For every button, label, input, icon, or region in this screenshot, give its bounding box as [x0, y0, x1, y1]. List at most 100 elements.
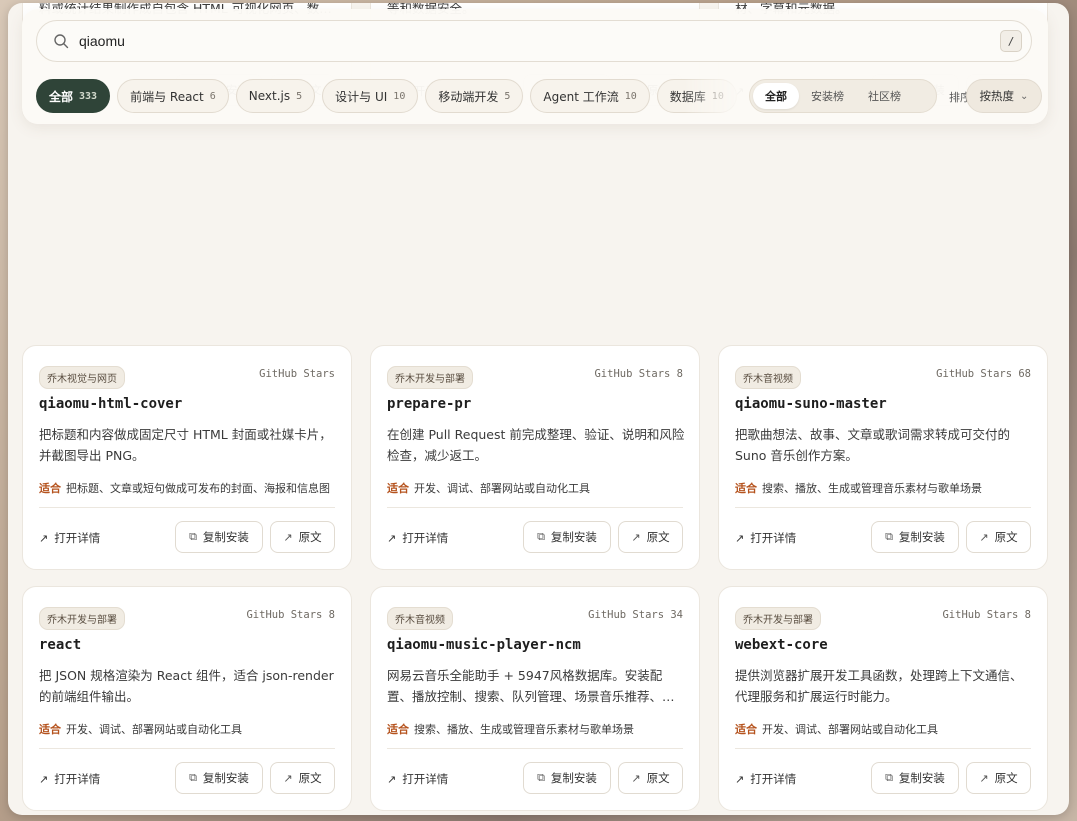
category-chip-label: 移动端开发 — [438, 89, 499, 104]
card-use-case: 适合开发、调试、部署网站或自动化工具 — [39, 721, 337, 737]
card-description: 在创建 Pull Request 前完成整理、验证、说明和风险检查，减少返工。 — [387, 427, 685, 463]
card-description: 提供浏览器扩展开发工具函数，处理跨上下文通信、代理服务和扩展运行时能力。 — [735, 668, 1023, 704]
card-title[interactable]: prepare-pr — [387, 396, 471, 412]
card-title[interactable]: qiaomu-suno-master — [735, 396, 887, 412]
open-details-link[interactable]: ↗ 打开详情 — [39, 771, 100, 787]
card-divider — [387, 507, 683, 508]
copy-install-label: 复制安装 — [898, 771, 945, 785]
copy-install-label: 复制安装 — [898, 530, 945, 544]
card-fit-text: 开发、调试、部署网站或自动化工具 — [762, 723, 938, 736]
card-description: 网易云音乐全能助手 + 5947风格数据库。安装配置、播放控制、搜索、队列管理、… — [387, 668, 675, 704]
category-chip[interactable]: Next.js 5 — [235, 79, 316, 113]
skill-card[interactable]: 乔木音视频 GitHub Stars 68 qiaomu-suno-master 把歌… — [718, 345, 1048, 570]
arrow-up-right-icon: ↗ — [387, 773, 397, 786]
filter-header: / 全部 333 前端与 React 6 Next.js 5 设计与 UI 10 移动端开发 5 A… — [22, 9, 1048, 124]
category-chip-label: 数据库 — [669, 89, 706, 104]
copy-install-button[interactable]: ⧉ 复制安装 — [871, 762, 959, 794]
card-use-case: 适合开发、调试、部署网站或自动化工具 — [387, 480, 685, 496]
skill-card[interactable]: 乔木开发与部署 GitHub Stars 8 react 把 JSON 规格渲染为 R… — [22, 586, 352, 811]
card-github-stars: GitHub Stars 8 — [246, 609, 335, 621]
source-button[interactable]: ↗ 原文 — [618, 762, 683, 794]
category-chips: 全部 333 前端与 React 6 Next.js 5 设计与 UI 10 移动端开发 5 Age… — [36, 79, 741, 113]
rank-tab[interactable]: 安装榜 — [799, 83, 856, 109]
card-title[interactable]: qiaomu-html-cover — [39, 396, 182, 412]
card-title[interactable]: webext-core — [735, 637, 828, 653]
source-label: 原文 — [994, 530, 1018, 544]
card-fit-text: 开发、调试、部署网站或自动化工具 — [414, 482, 590, 495]
source-label: 原文 — [994, 771, 1018, 785]
skill-card[interactable]: 乔木开发与部署 GitHub Stars 8 webext-core 提供浏览器扩展开… — [718, 586, 1048, 811]
category-chip[interactable]: 全部 333 — [36, 79, 111, 113]
external-link-icon: ↗ — [631, 771, 641, 785]
card-divider — [735, 748, 1031, 749]
skill-card[interactable]: 乔木音视频 GitHub Stars 34 qiaomu-music-player-… — [370, 586, 700, 811]
card-github-stars: GitHub Stars 8 — [594, 368, 683, 380]
source-button[interactable]: ↗ 原文 — [270, 521, 335, 553]
search-input[interactable] — [79, 31, 979, 51]
source-label: 原文 — [646, 530, 670, 544]
open-details-link[interactable]: ↗ 打开详情 — [387, 530, 448, 546]
category-chip[interactable]: 移动端开发 5 — [425, 79, 524, 113]
category-chip-count: 5 — [504, 90, 511, 102]
category-chip-label: Next.js — [248, 89, 291, 103]
open-details-label: 打开详情 — [750, 772, 797, 786]
copy-icon: ⧉ — [189, 530, 197, 543]
source-label: 原文 — [298, 530, 322, 544]
search-icon — [54, 34, 69, 49]
card-divider — [387, 748, 683, 749]
open-details-link[interactable]: ↗ 打开详情 — [735, 771, 796, 787]
card-fit-label: 适合 — [39, 482, 61, 495]
rank-tab[interactable]: 社区榜 — [856, 83, 913, 109]
skill-card[interactable]: 乔木开发与部署 GitHub Stars 8 prepare-pr 在创建 Pull … — [370, 345, 700, 570]
copy-install-label: 复制安装 — [202, 771, 249, 785]
copy-icon: ⧉ — [537, 771, 545, 784]
card-fit-text: 搜索、播放、生成或管理音乐素材与歌单场景 — [414, 723, 634, 736]
copy-icon: ⧉ — [885, 530, 893, 543]
copy-install-label: 复制安装 — [202, 530, 249, 544]
card-title[interactable]: react — [39, 637, 81, 653]
source-button[interactable]: ↗ 原文 — [966, 521, 1031, 553]
category-chip-count: 10 — [711, 90, 724, 102]
rank-tab[interactable]: 全部 — [753, 83, 799, 109]
copy-install-button[interactable]: ⧉ 复制安装 — [871, 521, 959, 553]
open-details-link[interactable]: ↗ 打开详情 — [735, 530, 796, 546]
skill-card[interactable]: 乔木视觉与网页 GitHub Stars qiaomu-html-cover 把标题和… — [22, 345, 352, 570]
external-link-icon: ↗ — [283, 771, 293, 785]
card-github-stars: GitHub Stars 8 — [942, 609, 1031, 621]
card-github-stars: GitHub Stars — [259, 368, 335, 380]
source-button[interactable]: ↗ 原文 — [270, 762, 335, 794]
copy-icon: ⧉ — [189, 771, 197, 784]
category-chip-label: 前端与 React — [130, 89, 204, 104]
open-details-label: 打开详情 — [402, 772, 449, 786]
open-details-label: 打开详情 — [54, 531, 101, 545]
source-button[interactable]: ↗ 原文 — [618, 521, 683, 553]
open-details-link[interactable]: ↗ 打开详情 — [387, 771, 448, 787]
category-chip[interactable]: 数据库 10 — [656, 79, 737, 113]
search-bar[interactable]: / — [36, 20, 1032, 62]
category-chip-label: 全部 — [49, 89, 74, 104]
category-chip[interactable]: 设计与 UI 10 — [322, 79, 419, 113]
card-title[interactable]: qiaomu-music-player-ncm — [387, 637, 581, 653]
external-link-icon: ↗ — [979, 530, 989, 544]
category-chip-label: Agent 工作流 — [543, 89, 619, 104]
open-details-link[interactable]: ↗ 打开详情 — [39, 530, 100, 546]
card-use-case: 适合 搜索、播放、生成或管理音乐素材与歌单场景 — [735, 480, 1033, 496]
card-fit-label: 适合 — [387, 482, 409, 495]
source-button[interactable]: ↗ 原文 — [966, 762, 1031, 794]
card-divider — [735, 507, 1031, 508]
sort-select[interactable]: 按热度 ⌄ — [966, 79, 1042, 113]
copy-install-button[interactable]: ⧉ 复制安装 — [175, 521, 263, 553]
rank-segmented-control: 全部 安装榜 社区榜 — [749, 79, 937, 113]
arrow-up-right-icon: ↗ — [39, 532, 49, 545]
card-category-tag: 乔木开发与部署 — [387, 366, 473, 389]
card-description: 把标题和内容做成固定尺寸 HTML 封面或社媒卡片，并截图导出 PNG。 — [39, 427, 332, 463]
copy-install-button[interactable]: ⧉ 复制安装 — [523, 521, 611, 553]
category-chip[interactable]: Agent 工作流 10 — [530, 79, 650, 113]
card-github-stars: GitHub Stars 68 — [936, 368, 1031, 380]
card-divider — [39, 748, 335, 749]
copy-install-button[interactable]: ⧉ 复制安装 — [523, 762, 611, 794]
card-description: 把歌曲想法、故事、文章或歌词需求转成可交付的 Suno 音乐创作方案。 — [735, 427, 1011, 463]
copy-install-button[interactable]: ⧉ 复制安装 — [175, 762, 263, 794]
category-chip[interactable]: 前端与 React 6 — [117, 79, 229, 113]
open-details-label: 打开详情 — [750, 531, 797, 545]
